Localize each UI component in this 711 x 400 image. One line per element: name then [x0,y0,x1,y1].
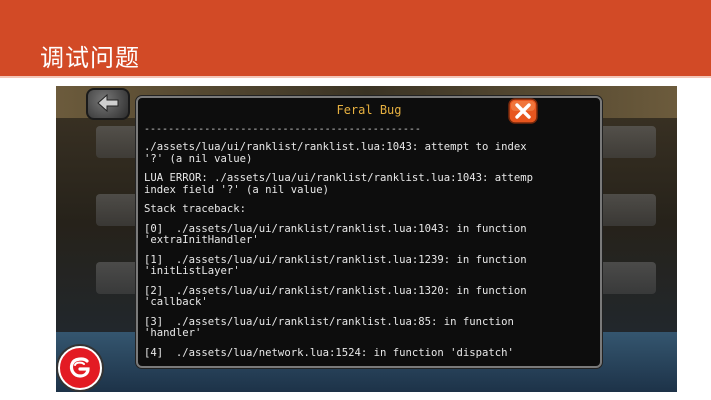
arrow-left-icon [97,94,119,112]
log-line: [0] ./assets/lua/ui/ranklist/ranklist.lu… [144,222,527,246]
close-icon [508,98,538,124]
log-line: [1] ./assets/lua/ui/ranklist/ranklist.lu… [144,253,527,277]
error-dialog: Feral Bug ------------------------------… [136,96,602,368]
app-logo [58,346,102,390]
back-button[interactable] [86,88,130,120]
error-log: ./assets/lua/ui/ranklist/ranklist.lua:10… [144,141,594,367]
slide-title: 调试问题 [40,44,140,72]
slide-header: 调试问题 [0,0,711,78]
log-line: [3] ./assets/lua/ui/ranklist/ranklist.lu… [144,315,514,339]
game-screenshot: Feral Bug ------------------------------… [56,86,677,392]
dialog-divider: ----------------------------------------… [144,124,421,135]
log-line: Stack traceback: [144,203,247,215]
close-button[interactable] [508,98,538,124]
header-rule [0,76,711,78]
log-line: LUA ERROR: ./assets/lua/ui/ranklist/rank… [144,172,534,196]
log-line: [4] ./assets/lua/network.lua:1524: in fu… [144,346,514,359]
log-line: ./assets/lua/ui/ranklist/ranklist.lua:10… [144,141,527,165]
logo-icon [69,357,90,378]
log-line: [2] ./assets/lua/ui/ranklist/ranklist.lu… [144,284,527,308]
